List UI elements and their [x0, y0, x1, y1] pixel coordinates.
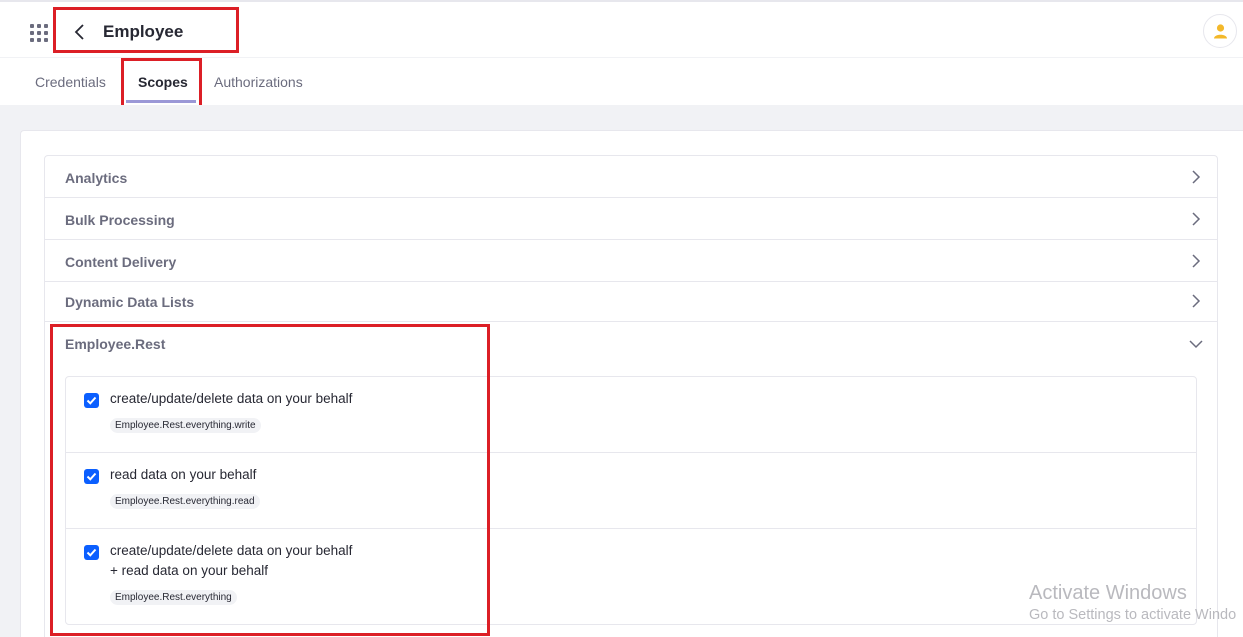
- chevron-right-icon: [1192, 254, 1201, 268]
- user-avatar[interactable]: [1203, 14, 1237, 48]
- chevron-down-icon[interactable]: [1189, 339, 1203, 349]
- panel-label: Content Delivery: [65, 254, 177, 270]
- panel-label: Bulk Processing: [65, 212, 175, 228]
- panel-analytics[interactable]: Analytics: [45, 156, 1217, 198]
- panel-label: Dynamic Data Lists: [65, 294, 195, 310]
- highlight-box-title: [53, 7, 239, 53]
- highlight-box-employee-rest: [50, 324, 490, 636]
- activate-windows-subtext: Go to Settings to activate Windo: [1029, 607, 1237, 623]
- apps-grid-icon[interactable]: [30, 24, 48, 42]
- chevron-right-icon: [1192, 294, 1201, 308]
- panel-dynamic-data-lists[interactable]: Dynamic Data Lists: [45, 280, 1217, 322]
- panel-label: Analytics: [65, 170, 128, 186]
- activate-windows-watermark: Activate Windows: [1029, 582, 1187, 604]
- panel-content-delivery[interactable]: Content Delivery: [45, 240, 1217, 282]
- chevron-right-icon: [1192, 212, 1201, 226]
- user-icon: [1214, 24, 1227, 39]
- panel-bulk-processing[interactable]: Bulk Processing: [45, 198, 1217, 240]
- chevron-right-icon: [1192, 170, 1201, 184]
- highlight-box-scopes-tab: [121, 58, 202, 110]
- tab-credentials[interactable]: Credentials: [35, 74, 106, 90]
- tab-authorizations[interactable]: Authorizations: [214, 74, 303, 90]
